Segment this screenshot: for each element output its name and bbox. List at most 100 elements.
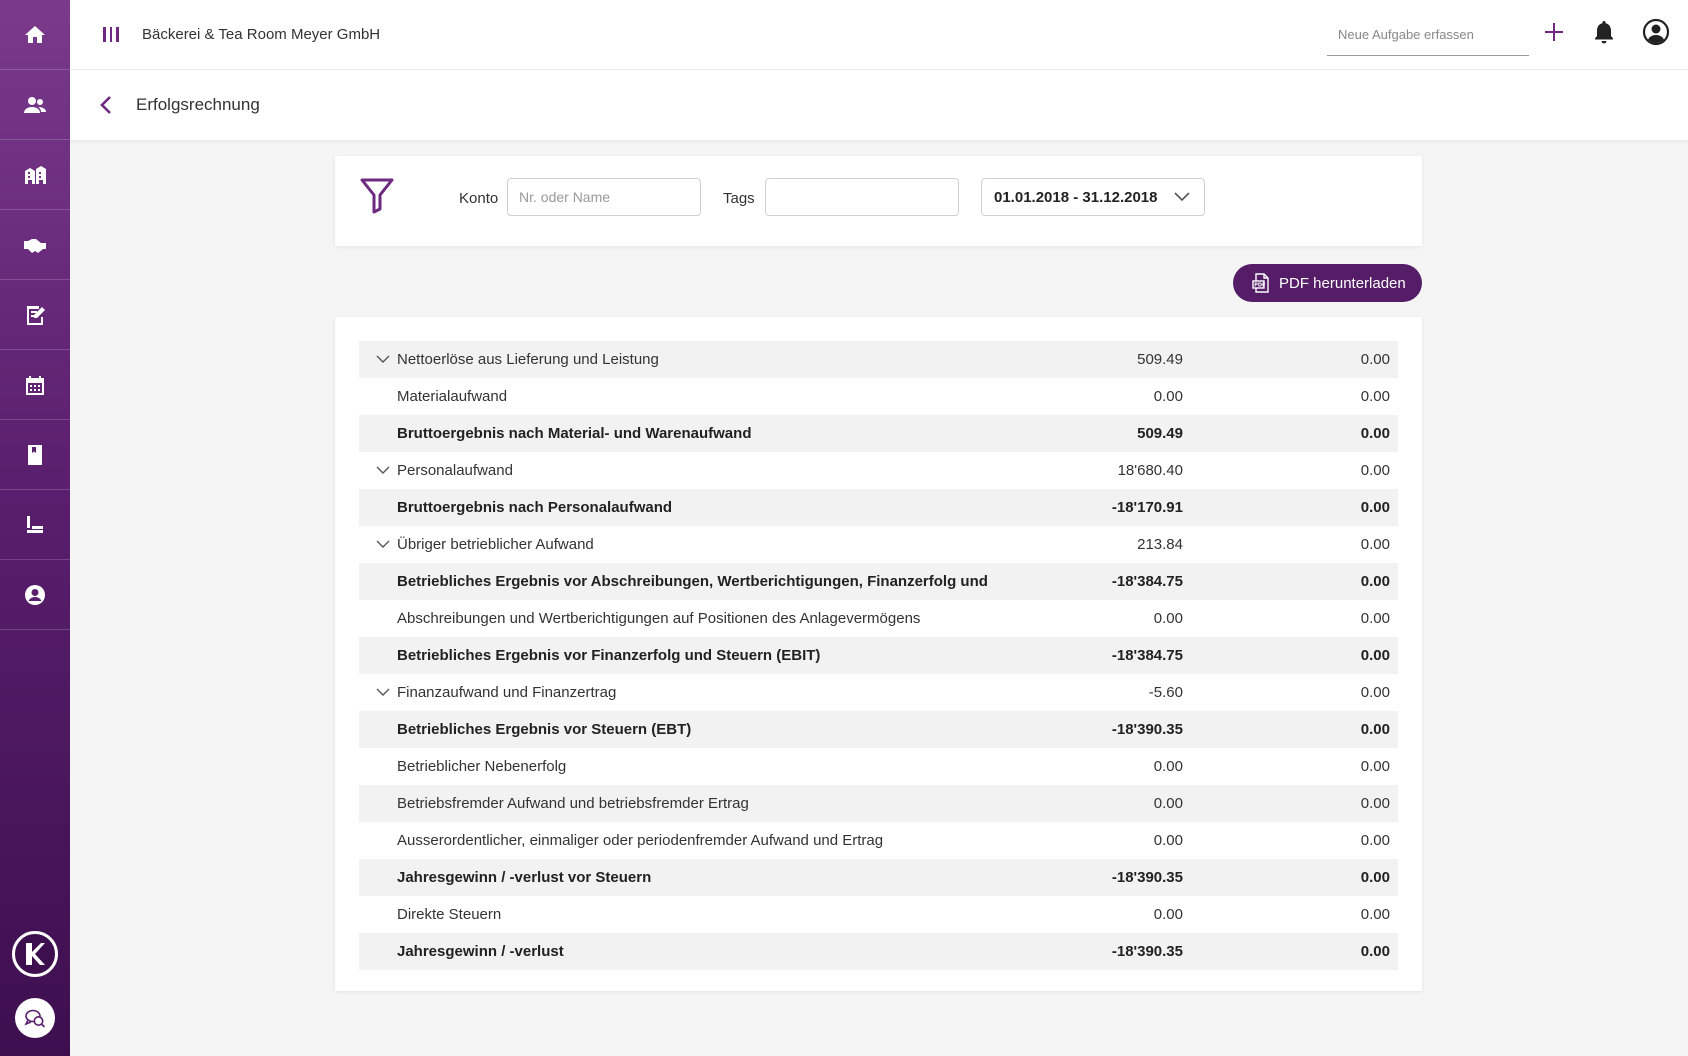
row-value-current: 0.00 bbox=[1153, 832, 1183, 849]
row-value-previous: 0.00 bbox=[1360, 684, 1390, 701]
row-label: Nettoerlöse aus Lieferung und Leistung bbox=[397, 351, 659, 368]
row-label: Jahresgewinn / -verlust vor Steuern bbox=[397, 869, 652, 886]
pdf-file-icon: PDF bbox=[1252, 273, 1269, 293]
sidebar-item-contacts[interactable] bbox=[0, 70, 70, 140]
chat-icon bbox=[24, 1009, 46, 1028]
page-header: Erfolgsrechnung bbox=[70, 70, 1688, 140]
row-value-previous: 0.00 bbox=[1360, 351, 1390, 368]
table-row: Jahresgewinn / -verlust vor Steuern -18'3… bbox=[359, 859, 1398, 896]
menu-toggle-button[interactable] bbox=[100, 24, 122, 46]
table-row[interactable]: Personalaufwand 18'680.40 0.00 bbox=[359, 452, 1398, 489]
chat-button[interactable] bbox=[15, 998, 55, 1038]
add-icon[interactable] bbox=[1542, 20, 1566, 44]
calendar-icon bbox=[26, 375, 44, 395]
user-account-icon[interactable] bbox=[1642, 18, 1670, 46]
row-value-previous: 0.00 bbox=[1360, 573, 1390, 590]
row-value-current: 0.00 bbox=[1153, 795, 1183, 812]
chevron-down-icon[interactable] bbox=[376, 355, 390, 364]
row-value-previous: 0.00 bbox=[1360, 610, 1390, 627]
row-label: Direkte Steuern bbox=[397, 906, 502, 923]
row-value-current: 509.49 bbox=[1137, 351, 1183, 368]
row-label: Übriger betrieblicher Aufwand bbox=[397, 536, 594, 553]
table-row[interactable]: Nettoerlöse aus Lieferung und Leistung 50… bbox=[359, 341, 1398, 378]
buildings-icon bbox=[25, 165, 46, 184]
sidebar-item-calendar[interactable] bbox=[0, 350, 70, 420]
row-label: Betriebliches Ergebnis vor Abschreibunge… bbox=[397, 573, 987, 590]
table-row: Betriebliches Ergebnis vor Finanzerfolg … bbox=[359, 637, 1398, 674]
row-value-previous: 0.00 bbox=[1360, 943, 1390, 960]
row-label: Bruttoergebnis nach Material- und Warena… bbox=[397, 425, 752, 442]
row-value-previous: 0.00 bbox=[1360, 721, 1390, 738]
row-label: Ausserordentlicher, einmaliger oder peri… bbox=[397, 832, 884, 849]
table-row[interactable]: Übriger betrieblicher Aufwand 213.84 0.00 bbox=[359, 526, 1398, 563]
table-row: Betriebsfremder Aufwand und betriebsfrem… bbox=[359, 785, 1398, 822]
konto-input[interactable] bbox=[507, 178, 701, 216]
page-title: Erfolgsrechnung bbox=[136, 95, 260, 114]
row-value-current: -18'390.35 bbox=[1111, 721, 1183, 738]
row-label: Bruttoergebnis nach Personalaufwand bbox=[397, 499, 673, 516]
row-label: Abschreibungen und Wertberichtigungen au… bbox=[397, 610, 921, 627]
row-value-current: 0.00 bbox=[1153, 906, 1183, 923]
row-value-current: -18'170.91 bbox=[1111, 499, 1183, 516]
row-value-previous: 0.00 bbox=[1360, 906, 1390, 923]
row-value-current: -5.60 bbox=[1148, 684, 1183, 701]
row-value-previous: 0.00 bbox=[1360, 869, 1390, 886]
row-value-current: -18'384.75 bbox=[1111, 647, 1183, 664]
table-row: Betrieblicher Nebenerfolg 0.00 0.00 bbox=[359, 748, 1398, 785]
row-label: Betriebliches Ergebnis vor Finanzerfolg … bbox=[397, 647, 821, 664]
sidebar-item-tasks[interactable] bbox=[0, 280, 70, 350]
sidebar-item-home[interactable] bbox=[0, 0, 70, 70]
row-value-current: -18'390.35 bbox=[1111, 943, 1183, 960]
menu-icon bbox=[103, 27, 106, 42]
sidebar-item-deals[interactable] bbox=[0, 210, 70, 280]
pdf-download-button[interactable]: PDF PDF herunterladen bbox=[1233, 264, 1422, 302]
row-value-current: 509.49 bbox=[1137, 425, 1183, 442]
konto-label: Konto bbox=[459, 190, 499, 207]
sidebar-item-profile[interactable] bbox=[0, 560, 70, 630]
table-row: Betriebliches Ergebnis vor Abschreibunge… bbox=[359, 563, 1398, 600]
table-row: Materialaufwand 0.00 0.00 bbox=[359, 378, 1398, 415]
table-body: Nettoerlöse aus Lieferung und Leistung 50… bbox=[359, 341, 1398, 970]
sidebar-item-reports[interactable] bbox=[0, 490, 70, 560]
sidebar bbox=[0, 0, 70, 1056]
table-row: Jahresgewinn / -verlust -18'390.35 0.00 bbox=[359, 933, 1398, 970]
home-icon bbox=[25, 25, 45, 43]
row-label: Jahresgewinn / -verlust bbox=[397, 943, 564, 960]
table-row[interactable]: Finanzaufwand und Finanzertrag -5.60 0.00 bbox=[359, 674, 1398, 711]
sidebar-item-accounting[interactable] bbox=[0, 420, 70, 490]
row-value-previous: 0.00 bbox=[1360, 388, 1390, 405]
table-row: Ausserordentlicher, einmaliger oder peri… bbox=[359, 822, 1398, 859]
top-bar: Bäckerei & Tea Room Meyer GmbH bbox=[70, 0, 1688, 70]
tags-label: Tags bbox=[723, 190, 755, 207]
contacts-icon bbox=[24, 96, 46, 113]
row-value-current: 213.84 bbox=[1137, 536, 1183, 553]
new-task-input[interactable] bbox=[1327, 18, 1529, 56]
bell-icon[interactable] bbox=[1592, 19, 1616, 45]
row-value-current: -18'384.75 bbox=[1111, 573, 1183, 590]
person-icon bbox=[25, 584, 45, 605]
row-label: Betriebliches Ergebnis vor Steuern (EBT) bbox=[397, 721, 692, 738]
k-logo-button[interactable] bbox=[12, 931, 58, 977]
chevron-down-icon[interactable] bbox=[376, 466, 390, 475]
filter-panel: Konto Tags 01.01.2018 - 31.12.2018 bbox=[335, 156, 1422, 246]
handshake-icon bbox=[24, 238, 46, 253]
row-label: Materialaufwand bbox=[397, 388, 508, 405]
date-range-select[interactable]: 01.01.2018 - 31.12.2018 bbox=[981, 178, 1205, 216]
row-label: Finanzaufwand und Finanzertrag bbox=[397, 684, 617, 701]
reports-icon bbox=[27, 515, 43, 533]
row-value-previous: 0.00 bbox=[1360, 832, 1390, 849]
svg-text:PDF: PDF bbox=[1254, 283, 1265, 289]
row-value-previous: 0.00 bbox=[1360, 536, 1390, 553]
tags-input[interactable] bbox=[765, 178, 959, 216]
chevron-down-icon[interactable] bbox=[376, 688, 390, 697]
k-logo-icon bbox=[26, 943, 45, 965]
back-arrow-icon[interactable] bbox=[96, 94, 116, 116]
company-name: Bäckerei & Tea Room Meyer GmbH bbox=[142, 26, 381, 43]
table-row: Abschreibungen und Wertberichtigungen au… bbox=[359, 600, 1398, 637]
sidebar-item-companies[interactable] bbox=[0, 140, 70, 210]
table-row: Bruttoergebnis nach Material- und Warena… bbox=[359, 415, 1398, 452]
chevron-down-icon[interactable] bbox=[376, 540, 390, 549]
row-label: Personalaufwand bbox=[397, 462, 513, 479]
row-value-previous: 0.00 bbox=[1360, 462, 1390, 479]
row-value-current: 0.00 bbox=[1153, 388, 1183, 405]
